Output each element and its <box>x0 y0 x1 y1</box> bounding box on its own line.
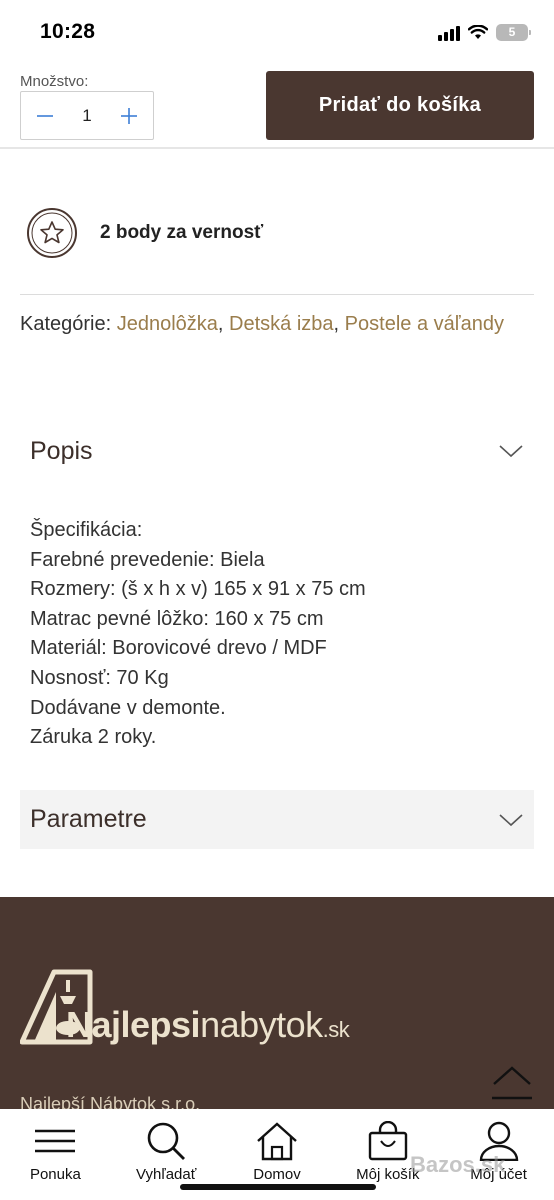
spec-line: Záruka 2 roky. <box>30 726 157 749</box>
loyalty-text: 2 body za vernosť <box>100 222 264 243</box>
quantity-label: Množstvo: <box>20 73 89 90</box>
company-name: Najlepší Nábytok s.r.o. <box>20 1094 201 1110</box>
menu-icon <box>35 1129 76 1153</box>
status-icons: 5 <box>438 24 531 41</box>
star-badge-icon <box>27 208 77 258</box>
spec-line: Farebné prevedenie: Biela <box>30 548 265 571</box>
minus-icon <box>37 114 53 117</box>
nav-label: Ponuka <box>29 1166 81 1183</box>
battery-level: 5 <box>508 25 516 39</box>
logo-text: Najlepsinabytok.sk <box>66 1004 350 1046</box>
status-time: 10:28 <box>40 20 96 43</box>
sticky-cart-bar: Množstvo: 1 Pridať do košíka <box>0 64 554 149</box>
battery-icon: 5 <box>496 24 531 41</box>
parameters-accordion-header[interactable]: Parametre <box>20 790 534 849</box>
category-link-postele[interactable]: Postele a váľandy <box>345 313 504 335</box>
logo-text-domain: .sk <box>322 1017 350 1042</box>
back-to-top-icon[interactable] <box>490 1062 534 1102</box>
nav-label: Domov <box>253 1166 301 1183</box>
watermark: Bazos.sk <box>410 1152 506 1177</box>
home-icon <box>257 1122 297 1161</box>
search-icon <box>147 1122 186 1160</box>
add-to-cart-button[interactable]: Pridať do košíka <box>266 71 534 140</box>
status-bar: 10:28 5 <box>0 0 554 64</box>
spec-line: Špecifikácia: <box>30 519 143 541</box>
description-title: Popis <box>30 436 93 465</box>
spec-line: Matrac pevné lôžko: 160 x 75 cm <box>30 607 324 630</box>
loyalty-points: 2 body za vernosť <box>26 207 263 259</box>
chevron-down-icon <box>499 813 523 826</box>
logo-text-regular: nabytok <box>200 1004 323 1045</box>
nav-label: Vyhľadať <box>136 1166 197 1183</box>
wifi-icon <box>468 25 488 39</box>
chevron-down-icon <box>499 445 523 458</box>
spec-line: Rozmery: (š x h x v) 165 x 91 x 75 cm <box>30 578 366 601</box>
description-content: Špecifikácia: Farebné prevedenie: Biela … <box>30 516 530 753</box>
spec-line: Materiál: Borovicové drevo / MDF <box>30 637 327 660</box>
quantity-input[interactable]: 1 <box>82 106 91 126</box>
spec-line: Nosnosť: 70 Kg <box>30 666 169 689</box>
categories-label: Kategórie: <box>20 313 112 335</box>
quantity-stepper: 1 <box>20 91 154 140</box>
signal-icon <box>438 25 460 41</box>
spec-line: Dodávane v demonte. <box>30 696 226 719</box>
home-indicator <box>180 1184 376 1190</box>
shopping-bag-icon <box>368 1121 407 1161</box>
plus-icon <box>121 107 137 124</box>
category-link-detska-izba[interactable]: Detská izba <box>229 313 334 335</box>
divider <box>20 294 534 295</box>
nav-item-menu[interactable]: Ponuka <box>0 1109 111 1200</box>
category-link-jednolozka[interactable]: Jednolôžka <box>117 313 218 335</box>
increase-quantity-button[interactable] <box>115 102 143 130</box>
description-accordion-header[interactable]: Popis <box>20 421 534 481</box>
categories: Kategórie: Jednolôžka, Detská izba, Post… <box>20 313 504 335</box>
logo-text-bold: Najlepsi <box>66 1004 201 1045</box>
parameters-title: Parametre <box>30 805 147 833</box>
decrease-quantity-button[interactable] <box>31 102 59 130</box>
